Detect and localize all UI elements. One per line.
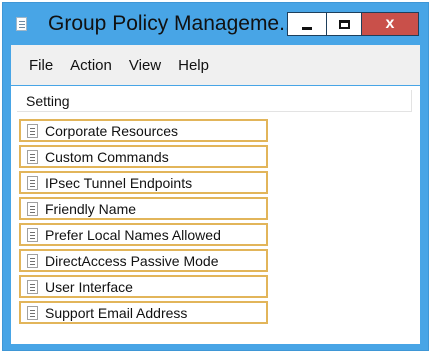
list-item-label: Custom Commands [45,148,169,165]
policy-setting-icon [27,253,38,268]
list-item[interactable]: IPsec Tunnel Endpoints [19,171,268,194]
policy-setting-icon [27,123,38,138]
list-item[interactable]: Prefer Local Names Allowed [19,223,268,246]
list-item[interactable]: Friendly Name [19,197,268,220]
window-title: Group Policy Manageme... [48,12,297,35]
list-item-label: Support Email Address [45,304,188,321]
list-item[interactable]: DirectAccess Passive Mode [19,249,268,272]
minimize-icon [302,26,312,30]
policy-document-icon [16,17,27,31]
policy-setting-icon [27,175,38,190]
menu-bar: File Action View Help [11,45,420,85]
policy-setting-icon [27,201,38,216]
maximize-button[interactable] [326,12,363,36]
column-header-setting[interactable]: Setting [17,90,412,112]
list-item[interactable]: Support Email Address [19,301,268,324]
policy-setting-icon [27,279,38,294]
app-window: Group Policy Manageme... x File Action V… [2,2,429,351]
list-item-label: IPsec Tunnel Endpoints [45,174,193,191]
list-item-label: User Interface [45,278,133,295]
menu-file[interactable]: File [29,57,53,74]
menu-action[interactable]: Action [70,57,112,74]
settings-list-pane: Setting Corporate Resources Custom Comma… [11,86,420,344]
list-item[interactable]: Custom Commands [19,145,268,168]
menu-view[interactable]: View [129,57,161,74]
close-button[interactable]: x [361,12,419,36]
policy-setting-icon [27,149,38,164]
policy-setting-icon [27,227,38,242]
list-item[interactable]: Corporate Resources [19,119,268,142]
list-item[interactable]: User Interface [19,275,268,298]
menu-help[interactable]: Help [178,57,209,74]
list-item-label: Corporate Resources [45,122,179,139]
minimize-button[interactable] [287,12,327,36]
list-item-label: DirectAccess Passive Mode [45,252,219,269]
list-item-label: Friendly Name [45,200,137,217]
list-item-label: Prefer Local Names Allowed [45,226,221,243]
close-icon: x [385,15,395,32]
title-bar[interactable]: Group Policy Manageme... x [3,3,428,43]
policy-setting-icon [27,305,38,320]
maximize-icon [339,19,350,29]
